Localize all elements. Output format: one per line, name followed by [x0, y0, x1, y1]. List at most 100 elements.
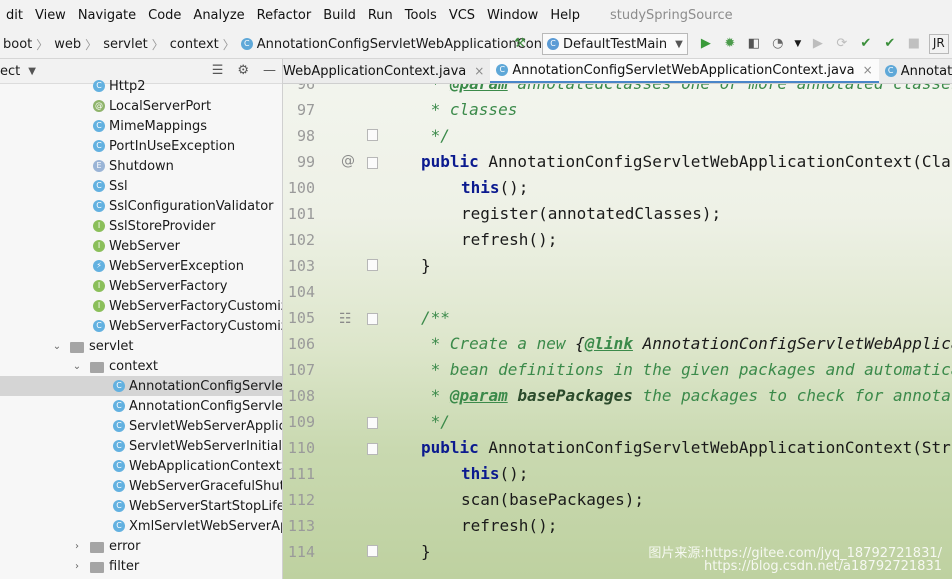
profile-icon[interactable]: ◔	[769, 35, 787, 53]
overflow-button[interactable]: JR	[928, 34, 949, 54]
tree-item[interactable]: E Shutdown	[0, 156, 282, 176]
class-icon: C	[113, 440, 125, 452]
tree-folder-filter[interactable]: › filter	[0, 556, 282, 576]
tree-item[interactable]: C MimeMappings	[0, 116, 282, 136]
code-line: */	[421, 126, 450, 145]
resume-icon[interactable]: ▶	[809, 35, 827, 53]
class-icon: C	[93, 140, 105, 152]
vcs-commit-icon[interactable]: ✔	[881, 35, 899, 53]
class-icon: C	[113, 460, 125, 472]
tree-item[interactable]: I SslStoreProvider	[0, 216, 282, 236]
tree-item-label: MimeMappings	[109, 118, 208, 134]
exception-class-icon: ⚡	[93, 260, 105, 272]
tree-item[interactable]: I WebServer	[0, 236, 282, 256]
code-line: * classes	[421, 100, 518, 119]
vcs-update-icon[interactable]: ✔	[857, 35, 875, 53]
menu-edit[interactable]: dit	[0, 8, 29, 23]
tree-folder-servlet[interactable]: ⌄ servlet	[0, 336, 282, 356]
breadcrumb-item-servlet[interactable]: servlet	[103, 37, 148, 52]
close-icon[interactable]: ×	[474, 64, 484, 78]
watermark-blog: https://blog.csdn.net/a18792721831	[703, 559, 942, 574]
tree-item[interactable]: C WebServerStartStopLifecycle	[0, 496, 282, 516]
run-configuration-select[interactable]: C DefaultTestMain ▼	[542, 33, 688, 55]
menu-refactor[interactable]: Refactor	[251, 8, 318, 23]
class-icon: C	[113, 480, 125, 492]
class-icon: C	[93, 200, 105, 212]
tree-item-label: servlet	[89, 338, 134, 354]
tree-item[interactable]: C SslConfigurationValidator	[0, 196, 282, 216]
menu-analyze[interactable]: Analyze	[187, 8, 250, 23]
tree-item[interactable]: @ LocalServerPort	[0, 96, 282, 116]
class-icon: C	[93, 180, 105, 192]
tab-label: AnnotationConfigServletWebApplicationCon…	[512, 62, 855, 78]
tree-item[interactable]: I WebServerFactory	[0, 276, 282, 296]
menu-build[interactable]: Build	[317, 8, 362, 23]
tree-folder-error[interactable]: › error	[0, 536, 282, 556]
tree-item-label: WebServerFactoryCustomizer	[109, 298, 283, 314]
stop-icon[interactable]: ■	[905, 35, 923, 53]
menu-tools[interactable]: Tools	[399, 8, 443, 23]
tree-item-label: AnnotationConfigServletWebServerApplicat…	[129, 398, 283, 414]
chevron-down-icon[interactable]: ⌄	[72, 361, 82, 372]
chevron-right-icon: 〉	[151, 37, 164, 52]
chevron-down-icon[interactable]: ▼	[793, 35, 803, 53]
breadcrumb-item-web[interactable]: web	[54, 37, 81, 52]
tree-item-label: XmlServletWebServerApplicationContext	[129, 518, 282, 534]
annotation-icon: @	[93, 100, 105, 112]
chevron-right-icon[interactable]: ›	[72, 541, 82, 552]
tree-folder-context[interactable]: ⌄ context	[0, 356, 282, 376]
tab-annotationconfigre[interactable]: C AnnotationConfigRe	[879, 59, 952, 83]
menu-run[interactable]: Run	[362, 8, 399, 23]
tree-item[interactable]: C ServletWebServerApplicationContext	[0, 416, 282, 436]
tree-item-label: error	[109, 538, 141, 554]
menu-navigate[interactable]: Navigate	[72, 8, 142, 23]
tree-item[interactable]: C AnnotationConfigServletWebServerApplica…	[0, 396, 282, 416]
tree-item[interactable]: C XmlServletWebServerApplicationContext	[0, 516, 282, 536]
tree-item[interactable]: I WebServerFactoryCustomizer	[0, 296, 282, 316]
project-title: studySpringSource	[609, 7, 733, 23]
tree-item[interactable]: C WebServerGracefulShutdownLifecycle	[0, 476, 282, 496]
tree-item[interactable]: ⚡ WebServerException	[0, 256, 282, 276]
tree-item-label: WebServer	[109, 238, 180, 254]
tree-item-label: context	[109, 358, 158, 374]
code-line: refresh();	[461, 516, 558, 535]
coverage-icon[interactable]: ◧	[745, 35, 763, 53]
update-running-icon[interactable]: ⟳	[833, 35, 851, 53]
chevron-down-icon[interactable]: ▼	[28, 66, 36, 77]
class-icon: C	[240, 38, 253, 50]
tree-item-selected[interactable]: C AnnotationConfigServletWebApplicationCo…	[0, 376, 282, 396]
chevron-right-icon: 〉	[222, 37, 235, 52]
code-area[interactable]: * @param annotatedClasses one or more an…	[283, 74, 952, 579]
menu-help[interactable]: Help	[544, 8, 586, 23]
tree-item-label: AnnotationConfigServletWebApplicationCon…	[129, 378, 283, 394]
menu-window[interactable]: Window	[481, 8, 544, 23]
chevron-down-icon: ▼	[675, 38, 683, 50]
menu-code[interactable]: Code	[142, 8, 187, 23]
tab-label: WebApplicationContext.java	[283, 63, 467, 79]
tree-item[interactable]: C ServletWebServerInitializedEvent	[0, 436, 282, 456]
package-folder-icon	[90, 561, 104, 573]
breadcrumb-item-context[interactable]: context	[170, 37, 219, 52]
chevron-right-icon[interactable]: ›	[72, 561, 82, 572]
tree-item-label: WebServerFactory	[109, 278, 228, 294]
tree-item[interactable]: C WebApplicationContextServletContextAwar…	[0, 456, 282, 476]
tree-item[interactable]: C WebServerFactoryCustomizerBeanPostProce…	[0, 316, 282, 336]
breadcrumb-item-boot[interactable]: boot	[3, 37, 32, 52]
tab-webapplicationcontext[interactable]: WebApplicationContext.java ×	[283, 59, 490, 83]
close-icon[interactable]: ×	[863, 63, 873, 77]
project-tree: C Http2 @ LocalServerPort C MimeMappings CP…	[0, 76, 282, 576]
tab-annotationconfigservletwebapplicationcontext[interactable]: C AnnotationConfigServletWebApplicationC…	[490, 59, 879, 83]
menu-vcs[interactable]: VCS	[443, 8, 481, 23]
run-icon[interactable]: ▶	[697, 35, 715, 53]
debug-bug-icon[interactable]: ✹	[721, 35, 739, 53]
menu-view[interactable]: View	[29, 8, 72, 23]
tree-item-label: WebServerFactoryCustomizerBeanPostProces…	[109, 318, 282, 334]
tree-item[interactable]: C Http2	[0, 76, 282, 96]
interface-icon: I	[93, 240, 105, 252]
tree-item[interactable]: C PortInUseException	[0, 136, 282, 156]
package-folder-icon	[70, 341, 84, 353]
tree-item[interactable]: C Ssl	[0, 176, 282, 196]
code-line: * Create a new {@link AnnotationConfigSe…	[421, 334, 952, 353]
chevron-down-icon[interactable]: ⌄	[52, 341, 62, 352]
build-hammer-icon[interactable]: ⚒	[511, 35, 529, 53]
